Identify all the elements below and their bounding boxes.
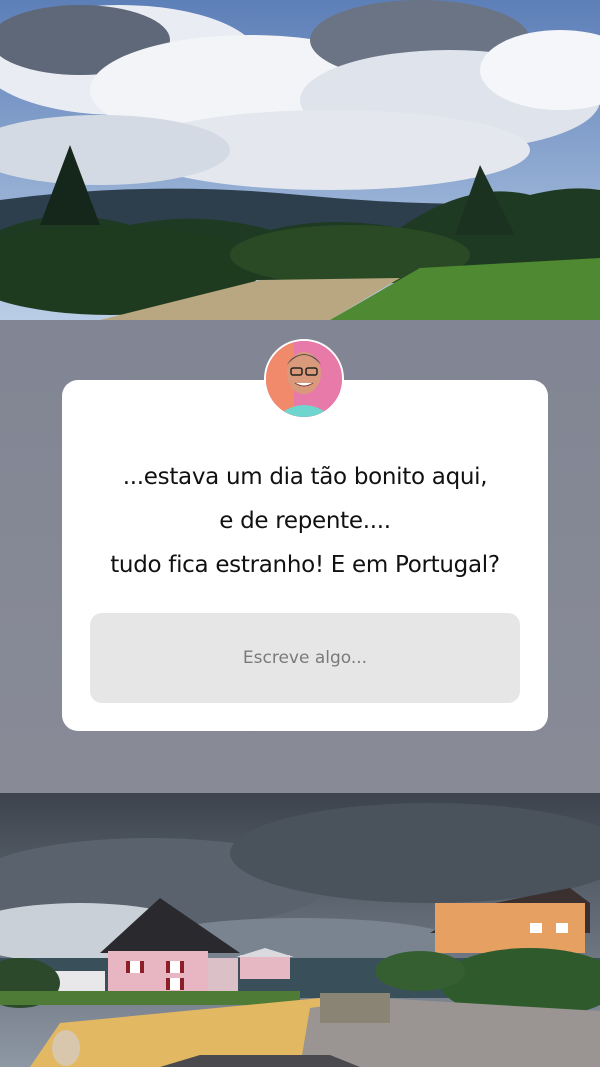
- bottom-village-photo: [0, 793, 600, 1067]
- question-text: ...estava um dia tão bonito aqui, e de r…: [62, 455, 548, 587]
- author-avatar[interactable]: [264, 339, 344, 419]
- top-landscape-photo: [0, 0, 600, 320]
- answer-placeholder: Escreve algo...: [242, 648, 368, 668]
- avatar-portrait-icon: [266, 341, 342, 417]
- question-card: ...estava um dia tão bonito aqui, e de r…: [62, 380, 548, 731]
- question-line-2: e de repente....: [219, 508, 391, 534]
- question-line-3: tudo fica estranho! E em Portugal?: [110, 552, 500, 578]
- answer-input[interactable]: Escreve algo...: [90, 613, 520, 703]
- question-line-1: ...estava um dia tão bonito aqui,: [122, 464, 488, 490]
